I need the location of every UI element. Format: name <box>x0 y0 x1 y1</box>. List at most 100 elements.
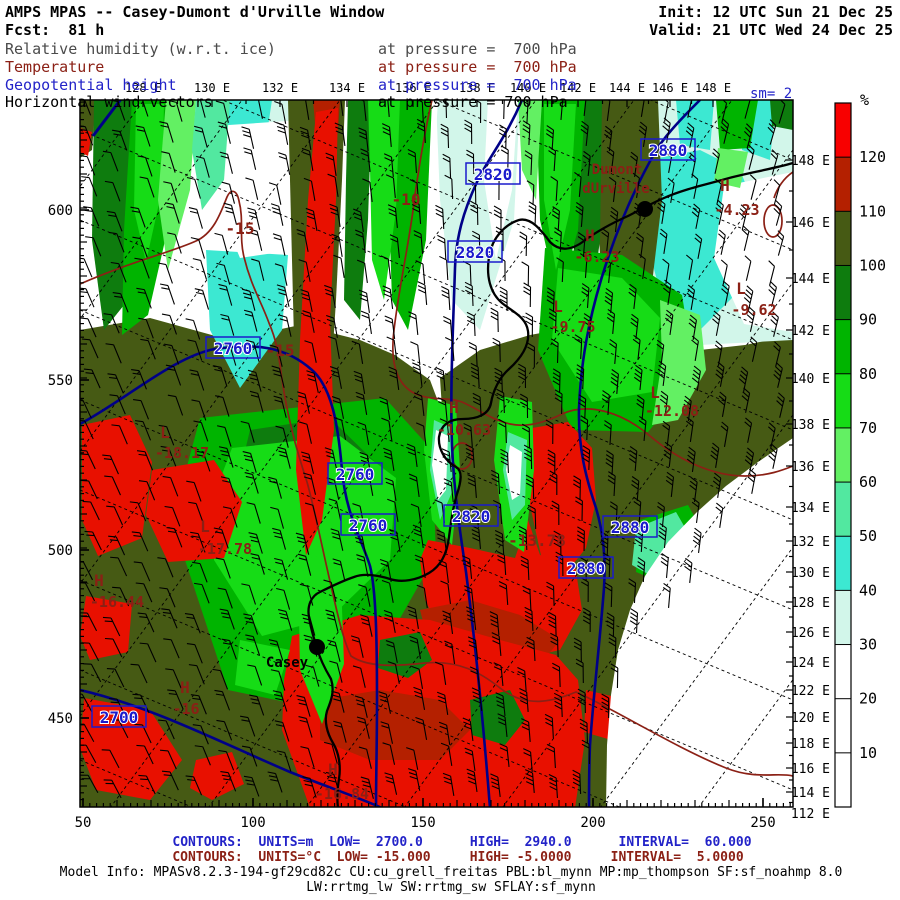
colorbar-segment <box>835 211 851 266</box>
svg-text:2880: 2880 <box>649 141 688 160</box>
geopotential-contour-label: 2760 <box>340 513 396 536</box>
right-longitude-label: 138 E <box>791 418 830 433</box>
svg-text:-10.63: -10.63 <box>437 421 491 439</box>
colorbar-segment <box>835 698 851 754</box>
y-axis-tick-label: 500 <box>48 543 73 559</box>
svg-text:H: H <box>180 678 190 697</box>
colorbar-tick-label: 110 <box>859 202 886 220</box>
svg-text:-9.62: -9.62 <box>731 301 776 319</box>
contour-info-temperature: CONTOURS: UNITS=°C LOW= -15.000 HIGH= -5… <box>172 850 744 865</box>
geopotential-contour-label: 2880 <box>558 556 614 579</box>
field-humidity-label: Relative humidity (w.r.t. ice) <box>5 40 276 58</box>
svg-text:Casey: Casey <box>266 655 309 671</box>
svg-text:2820: 2820 <box>456 243 495 262</box>
colorbar-segment <box>835 482 851 537</box>
right-longitude-label: 136 E <box>791 460 830 475</box>
page-title: AMPS MPAS -- Casey-Dumont d'Urville Wind… <box>5 3 385 21</box>
colorbar-segment <box>835 157 851 212</box>
right-longitude-label: 130 E <box>791 566 830 581</box>
svg-text:-17.78: -17.78 <box>198 540 252 558</box>
right-longitude-label: 112 E <box>791 807 830 822</box>
svg-text:L: L <box>650 383 660 402</box>
right-longitude-label: 116 E <box>791 762 830 777</box>
right-longitude-label: 114 E <box>791 786 830 801</box>
colorbar-tick-label: 20 <box>859 690 877 708</box>
right-longitude-label: 120 E <box>791 711 830 726</box>
svg-text:L: L <box>160 423 170 442</box>
svg-text:L: L <box>553 297 563 316</box>
svg-text:H: H <box>94 571 104 590</box>
top-longitude-label: 134 E <box>328 81 366 95</box>
y-axis-tick-label: 600 <box>48 203 73 219</box>
svg-text:2760: 2760 <box>349 516 388 535</box>
x-axis-tick-label: 200 <box>580 815 605 831</box>
valid-time-label: Valid: 21 UTC Wed 24 Dec 25 <box>649 21 893 39</box>
colorbar-tick-label: 50 <box>859 527 877 545</box>
colorbar-segment <box>835 103 851 158</box>
x-axis-tick-label: 50 <box>75 815 92 831</box>
right-longitude-label: 126 E <box>791 626 830 641</box>
colorbar-segment <box>835 752 851 808</box>
colorbar-tick-label: 90 <box>859 311 877 329</box>
field-temperature-level: at pressure = 700 hPa <box>378 58 577 76</box>
model-info-line1: Model Info: MPASv8.2.3-194-gf29cd82c CU:… <box>59 865 843 880</box>
colorbar-tick-label: 30 <box>859 636 877 654</box>
colorbar-tick-label: 100 <box>859 256 886 274</box>
svg-text:H: H <box>720 176 730 195</box>
colorbar-tick-label: 60 <box>859 473 877 491</box>
y-axis-tick-label: 550 <box>48 373 73 389</box>
right-longitude-label: 134 E <box>791 501 830 516</box>
field-temperature-label: Temperature <box>5 58 105 76</box>
smoothing-label: sm= 2 <box>750 86 793 102</box>
geopotential-contour-label: 2700 <box>91 705 147 728</box>
svg-text:H: H <box>449 398 459 417</box>
svg-text:H: H <box>328 760 338 779</box>
x-axis-tick-label: 100 <box>240 815 265 831</box>
svg-text:-9.75: -9.75 <box>550 318 595 336</box>
right-longitude-label: 132 E <box>791 535 830 550</box>
top-longitude-label: 146 E <box>651 81 689 95</box>
right-longitude-label: 148 E <box>791 154 830 169</box>
svg-text:L: L <box>736 279 746 298</box>
svg-text:-4.23: -4.23 <box>714 201 759 219</box>
colorbar-tick-label: 10 <box>859 744 877 762</box>
colorbar-unit-label: % <box>860 91 869 109</box>
temperature-contour-label: -15 <box>266 341 295 360</box>
svg-text:2760: 2760 <box>336 465 375 484</box>
svg-text:dUrville: dUrville <box>582 181 649 197</box>
colorbar-segment <box>835 319 851 375</box>
svg-text:-16.84: -16.84 <box>315 785 369 803</box>
temperature-contour-label: -10 <box>392 190 421 209</box>
top-longitude-label: 144 E <box>608 81 646 95</box>
right-longitude-label: 142 E <box>791 324 830 339</box>
station-dot-icon <box>637 201 653 217</box>
right-longitude-label: 124 E <box>791 656 830 671</box>
svg-text:2880: 2880 <box>611 518 650 537</box>
init-time-label: Init: 12 UTC Sun 21 Dec 25 <box>658 3 893 21</box>
geopotential-contour-label: 2820 <box>465 162 521 185</box>
field-wind-label: Horizontal wind vectors <box>5 93 213 111</box>
svg-text:-12.08: -12.08 <box>645 402 699 420</box>
field-wind-level: at pressure = 700 hPa <box>378 93 568 111</box>
colorbar-segment <box>835 373 851 429</box>
colorbar-segment <box>835 265 851 321</box>
temperature-contour-label: -13.78 <box>508 531 566 550</box>
geopotential-contour-label: 2760 <box>205 336 261 359</box>
top-longitude-label: 132 E <box>261 81 299 95</box>
right-longitude-label: 140 E <box>791 372 830 387</box>
svg-text:2760: 2760 <box>214 339 253 358</box>
geopotential-contour-label: 2820 <box>447 240 503 263</box>
top-longitude-label: 148 E <box>694 81 732 95</box>
colorbar-tick-label: 80 <box>859 365 877 383</box>
field-humidity-level: at pressure = 700 hPa <box>378 40 577 58</box>
right-longitude-label: 122 E <box>791 684 830 699</box>
svg-text:L: L <box>200 517 210 536</box>
map-canvas: 2700 2760 2760 2760 2820 2820 2820 2880 2880 2880… <box>48 91 886 831</box>
svg-text:-16: -16 <box>172 700 199 718</box>
svg-text:-6.23: -6.23 <box>574 248 619 266</box>
right-longitude-label: 144 E <box>791 272 830 287</box>
svg-text:2820: 2820 <box>452 507 491 526</box>
model-info-line2: LW:rrtmg_lw SW:rrtmg_sw SFLAY:sf_mynn <box>306 880 596 895</box>
geopotential-contour-label: 2760 <box>327 462 383 485</box>
svg-text:-16.44: -16.44 <box>90 593 144 611</box>
